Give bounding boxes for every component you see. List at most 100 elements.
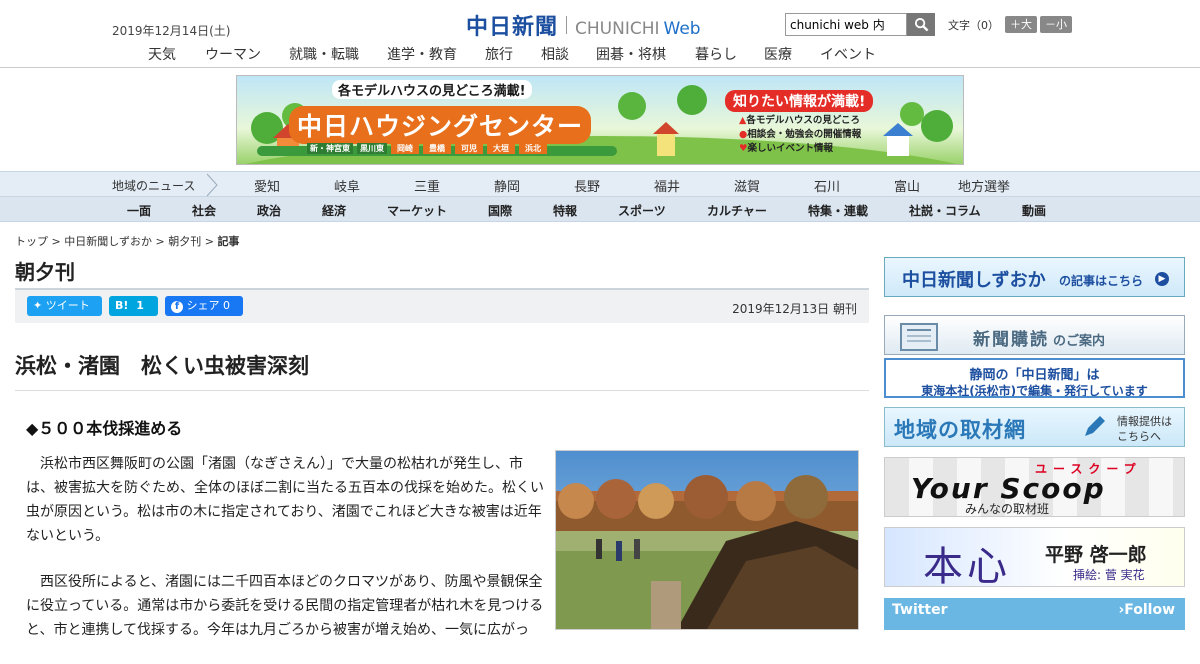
cat-politics[interactable]: 政治 (257, 202, 281, 219)
region-shizuoka[interactable]: 静岡 (494, 176, 520, 195)
nav-igo-shogi[interactable]: 囲碁・将棋 (596, 44, 666, 64)
crumb-chunichi-shizuoka[interactable]: 中日新聞しずおか (64, 235, 152, 248)
pencil-icon (1085, 416, 1105, 436)
cat-culture[interactable]: カルチャー (707, 202, 767, 219)
hatena-bookmark-button[interactable]: B! 1 (109, 296, 158, 316)
location-item: 岡崎 (391, 143, 419, 154)
location-item: 新・神宮東 (307, 143, 353, 154)
cat-market[interactable]: マーケット (387, 202, 447, 219)
heart-icon: ♥ (739, 143, 748, 154)
cat-features[interactable]: 特集・連載 (808, 202, 868, 219)
shizuoka-link-suffix: の記事はこちら (1059, 274, 1144, 288)
region-gifu[interactable]: 岐阜 (334, 176, 360, 195)
honshin-author: 平野 啓一郎 (1045, 544, 1147, 566)
honshin-illustrator: 挿絵: 菅 実花 (1073, 568, 1145, 582)
tweet-label: ツイート (45, 299, 90, 312)
location-item: 黒川東 (357, 143, 387, 154)
hq-line-1: 静岡の「中日新聞」は (969, 368, 1100, 383)
housing-center-banner[interactable]: 各モデルハウスの見どころ満載! 中日ハウジングセンター 新・神宮東 黒川東 岡崎… (236, 75, 964, 165)
cat-front-page[interactable]: 一面 (127, 202, 151, 219)
region-aichi[interactable]: 愛知 (254, 176, 280, 195)
tweet-button[interactable]: ✦ ツイート (27, 296, 102, 316)
follow-label: Follow (1124, 602, 1175, 618)
sidebar-your-scoop[interactable]: ユースクープ Your Scoop みんなの取材班 (884, 457, 1185, 517)
region-mie[interactable]: 三重 (414, 176, 440, 195)
crumb-article: 記事 (217, 235, 240, 248)
region-ishikawa[interactable]: 石川 (814, 176, 840, 195)
region-local-elections[interactable]: 地方選挙 (958, 176, 1010, 195)
nav-travel[interactable]: 旅行 (485, 44, 513, 64)
nav-events[interactable]: イベント (820, 44, 876, 64)
font-smaller-button[interactable]: －小 (1040, 16, 1072, 33)
nav-weather[interactable]: 天気 (148, 44, 176, 64)
cat-international[interactable]: 国際 (488, 202, 512, 219)
network-sub-2: こちらへ (1117, 430, 1161, 443)
cat-editorial-column[interactable]: 社説・コラム (909, 202, 981, 219)
share-bar: ✦ ツイート B! 1 f シェア 0 2019年12月13日 朝刊 (15, 288, 869, 323)
cat-sports[interactable]: スポーツ (618, 202, 666, 219)
search-button[interactable] (907, 13, 935, 36)
search-input[interactable] (785, 13, 907, 36)
sidebar-shizuoka-link[interactable]: 中日新聞しずおか の記事はこちら ▶ (884, 257, 1185, 297)
cat-special-report[interactable]: 特報 (553, 202, 577, 219)
banner-item-text: 各モデルハウスの見どころ (746, 115, 861, 126)
region-shiga[interactable]: 滋賀 (734, 176, 760, 195)
newspaper-icon (900, 323, 938, 351)
sidebar-subscribe[interactable]: 新聞購読 のご案内 (884, 315, 1185, 355)
sidebar-twitter[interactable]: Twitter ›Follow (884, 598, 1185, 630)
cat-economy[interactable]: 経済 (322, 202, 346, 219)
font-size-control: 文字（0） ＋大 －小 (948, 16, 1072, 33)
nav-medical[interactable]: 医療 (764, 44, 792, 64)
network-sub-1: 情報提供は (1117, 415, 1172, 428)
sidebar-local-network[interactable]: 地域の取材網 情報提供は こちらへ (884, 407, 1185, 447)
article-paragraph: 浜松市西区舞阪町の公園「渚園（なぎさえん）」で大量の松枯れが発生し、市は、被害拡… (26, 456, 544, 544)
headline-divider (15, 390, 869, 391)
region-toyama[interactable]: 富山 (894, 176, 920, 195)
article-photo[interactable] (555, 450, 859, 630)
article-paragraph: 西区役所によると、渚園には二千四百本ほどのクロマツがあり、防風や景観保全に役立っ… (26, 574, 544, 638)
twitter-label: Twitter (892, 602, 948, 618)
hq-line-2: 東海本社(浜松市)で編集・発行しています (921, 384, 1148, 398)
nav-consult[interactable]: 相談 (541, 44, 569, 64)
banner-list-item: ▲各モデルハウスの見どころ (739, 114, 861, 128)
article-photo-image (556, 451, 858, 629)
cat-society[interactable]: 社会 (192, 202, 216, 219)
region-nagano[interactable]: 長野 (574, 176, 600, 195)
twitter-follow[interactable]: ›Follow (1118, 602, 1175, 618)
font-larger-button[interactable]: ＋大 (1005, 16, 1037, 33)
network-main: 地域の取材網 (894, 418, 1026, 442)
crumb-top[interactable]: トップ (15, 235, 48, 248)
nav-jobs[interactable]: 就職・転職 (289, 44, 359, 64)
service-nav: 天気 ウーマン 就職・転職 進学・教育 旅行 相談 囲碁・将棋 暮らし 医療 イ… (0, 44, 1200, 68)
hatena-count: 1 (136, 299, 144, 312)
location-item: 豊橋 (423, 143, 451, 154)
facebook-share-button[interactable]: f シェア 0 (165, 296, 243, 316)
sidebar-honshin-novel[interactable]: 本心 平野 啓一郎 挿絵: 菅 実花 (884, 527, 1185, 587)
logo-japanese: 中日新聞 (466, 14, 559, 40)
font-size-label: 文字（0） (948, 18, 999, 32)
section-title: 朝夕刊 (15, 260, 75, 284)
banner-list-item: ●相談会・勉強会の開催情報 (739, 128, 861, 142)
subscribe-suffix: のご案内 (1053, 334, 1106, 349)
hatena-label: B! (115, 299, 129, 312)
nav-woman[interactable]: ウーマン (205, 44, 261, 64)
facebook-icon: f (171, 301, 183, 313)
banner-item-text: 相談会・勉強会の開催情報 (747, 129, 862, 140)
banner-right-list: ▲各モデルハウスの見どころ ●相談会・勉強会の開催情報 ♥楽しいイベント情報 (739, 114, 861, 156)
nav-living[interactable]: 暮らし (695, 44, 737, 64)
region-fukui[interactable]: 福井 (654, 176, 680, 195)
top-bar: 2019年12月14日(土) 中日新聞 CHUNICHI Web 文字（0） ＋… (0, 0, 1200, 44)
nav-education[interactable]: 進学・教育 (387, 44, 457, 64)
site-logo[interactable]: 中日新聞 CHUNICHI Web (466, 9, 701, 41)
sidebar-tokai-hq[interactable]: 静岡の「中日新聞」は 東海本社(浜松市)で編集・発行しています (884, 358, 1185, 398)
article-body: 浜松市西区舞阪町の公園「渚園（なぎさえん）」で大量の松枯れが発生し、市は、被害拡… (26, 452, 546, 664)
banner-locations: 新・神宮東 黒川東 岡崎 豊橋 可児 大垣 浜北 (307, 143, 547, 154)
banner-main-text: 中日ハウジングセンター (289, 106, 592, 144)
crumb-morning-evening[interactable]: 朝夕刊 (168, 235, 201, 248)
publish-date: 2019年12月13日 朝刊 (732, 302, 857, 316)
cat-video[interactable]: 動画 (1022, 202, 1046, 219)
arrow-circle-icon: ▶ (1155, 272, 1169, 286)
banner-list-item: ♥楽しいイベント情報 (739, 142, 861, 156)
logo-divider (566, 16, 568, 34)
banner-item-text: 楽しいイベント情報 (747, 143, 834, 154)
